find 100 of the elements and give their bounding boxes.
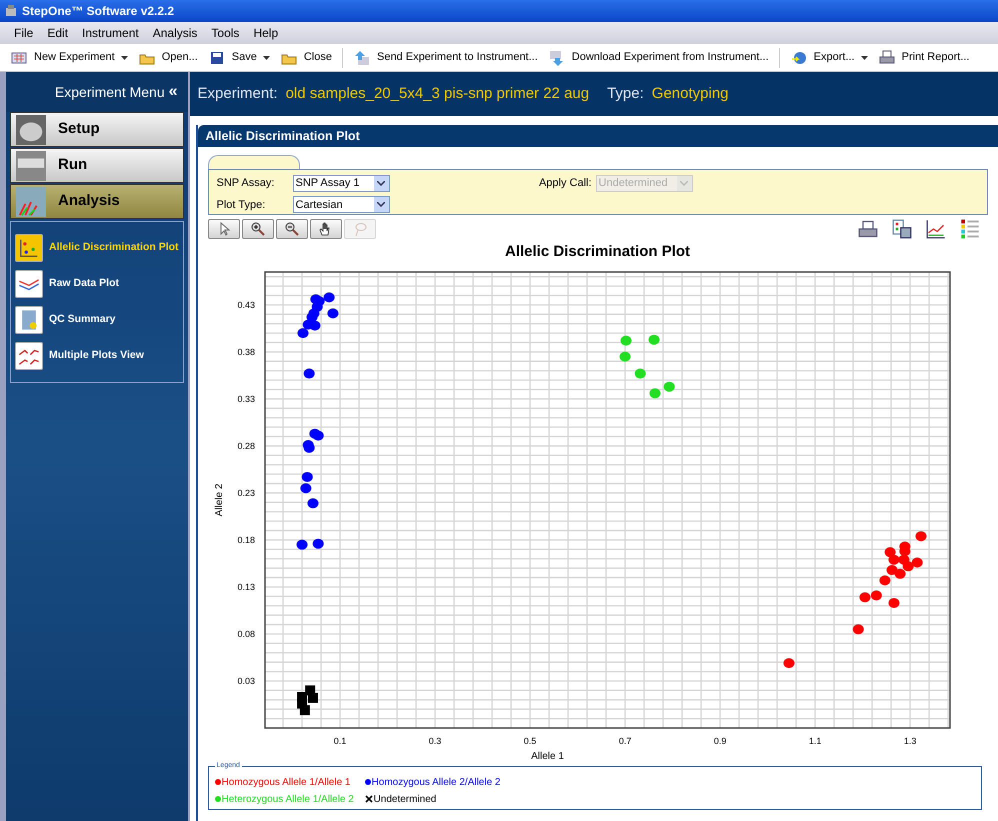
data-point: [312, 430, 324, 440]
tool-button[interactable]: [208, 219, 240, 239]
toolbar-button[interactable]: [892, 219, 912, 239]
tool-button[interactable]: [242, 219, 274, 239]
menu-item[interactable]: Analysis: [152, 24, 198, 42]
axis-title: Allele 2: [214, 483, 225, 516]
menu-item[interactable]: Edit: [47, 24, 68, 42]
axis-tick-label: 0.38: [237, 346, 255, 356]
data-point: [783, 658, 794, 668]
axis-tick-label: 0.43: [237, 299, 255, 310]
data-point: [911, 557, 922, 568]
data-point: [878, 574, 890, 585]
globe-icon: [790, 50, 808, 66]
section-tab[interactable]: Setup: [10, 112, 184, 147]
menu-item[interactable]: Help: [253, 24, 278, 42]
dropdown[interactable]: SNP Assay 1: [292, 174, 390, 192]
data-point: [303, 368, 314, 378]
panel-title: Allelic Discrimination Plot: [198, 125, 998, 147]
upload-icon: [352, 50, 371, 66]
toolbar-button[interactable]: Close: [280, 49, 332, 66]
data-point: [886, 564, 898, 575]
axis-tick-label: 0.18: [237, 534, 255, 544]
data-point: [323, 292, 334, 302]
toolbar-button[interactable]: New Experiment: [10, 49, 128, 66]
plate-icon: [14, 150, 48, 180]
toolbar-button[interactable]: Print Report...: [878, 49, 970, 66]
caret-icon: [120, 56, 128, 60]
dropdown: Undetermined: [596, 174, 693, 192]
data-point: [307, 498, 318, 508]
data-point: [619, 351, 630, 362]
data-point: [301, 471, 312, 482]
section-tab[interactable]: Run: [10, 148, 184, 183]
tab[interactable]: [208, 155, 300, 170]
zoom-in-icon: [250, 221, 266, 237]
menu-item[interactable]: Tools: [211, 24, 240, 42]
collapse-button[interactable]: «: [168, 80, 178, 104]
toolbar-button[interactable]: Send Experiment to Instrument...: [352, 49, 538, 66]
sidebar-item[interactable]: QC Summary: [15, 306, 179, 334]
field-label: Plot Type:: [216, 198, 266, 212]
print-icon: [858, 219, 878, 239]
data-point: [297, 328, 308, 338]
data-point: [894, 568, 906, 578]
menu-item[interactable]: File: [14, 24, 34, 42]
tool-button[interactable]: [310, 219, 342, 239]
axis-tick-label: 1.3: [903, 736, 916, 746]
section-tab[interactable]: Analysis: [10, 184, 184, 219]
axis-title: Allele 1: [530, 750, 564, 762]
data-point: [898, 546, 910, 556]
data-point: [902, 560, 914, 571]
toolbar-button[interactable]: Save: [208, 49, 270, 66]
data-point: [634, 368, 646, 378]
sidebar-item[interactable]: Allelic Discrimination Plot: [15, 234, 179, 262]
sidebar-item[interactable]: Multiple Plots View: [15, 342, 179, 370]
line-chart-icon: [926, 219, 946, 239]
axis-tick-label: 0.28: [237, 440, 255, 450]
menu-item[interactable]: Instrument: [82, 24, 139, 42]
data-point: [888, 597, 899, 608]
data-point: [620, 335, 632, 346]
scatter-icon: [18, 237, 40, 259]
type-label: Type:: [607, 84, 644, 104]
field-label: Apply Call:: [538, 176, 592, 191]
legend-icon: [960, 219, 980, 239]
data-point: [308, 320, 320, 330]
toolbar-button[interactable]: [926, 219, 946, 239]
data-point: [884, 546, 896, 557]
toolbar-button[interactable]: Open...: [138, 49, 198, 66]
experiment-label: Experiment:: [198, 84, 278, 104]
chevron-icon: [377, 202, 386, 208]
experiment-name: old samples_20_5x4_3 pis-snp primer 22 aug: [286, 84, 590, 104]
axis-tick-label: 0.13: [237, 581, 255, 592]
axis-tick-label: 1.1: [808, 736, 821, 746]
caret-icon: [860, 56, 868, 60]
data-point: [326, 308, 338, 318]
toolbar-button[interactable]: Export...: [790, 49, 868, 66]
toolbar-button[interactable]: Download Experiment from Instrument...: [548, 49, 769, 66]
save-icon: [892, 219, 912, 239]
tool-button[interactable]: [276, 219, 308, 239]
axis-tick-label: 0.23: [237, 487, 255, 498]
toolbar-button[interactable]: [858, 219, 878, 239]
axis-tick-label: 0.1: [333, 736, 346, 746]
instrument-icon: [14, 114, 48, 144]
toolbar-button[interactable]: [960, 219, 980, 239]
dropdown[interactable]: Cartesian: [292, 196, 390, 214]
chevron-icon: [377, 180, 386, 186]
print-icon: [878, 50, 896, 66]
data-point: [649, 388, 660, 398]
sidebar-item[interactable]: Raw Data Plot: [15, 270, 179, 298]
legend-label: Undetermined: [374, 792, 436, 806]
chart-title: Allelic Discrimination Plot: [505, 242, 690, 262]
axis-tick-label: 0.9: [713, 736, 726, 746]
axis-tick-label: 0.5: [523, 736, 536, 746]
legend-label: Homozygous Allele 1/Allele 1: [222, 776, 350, 790]
legend-label: Homozygous Allele 2/Allele 2: [372, 776, 500, 790]
data-point: [915, 530, 926, 541]
download-icon: [548, 50, 566, 66]
chart-icon: [14, 186, 48, 216]
sidebar-title: Experiment Menu: [54, 82, 165, 102]
zoom-out-icon: [284, 221, 300, 237]
legend-label: Heterozygous Allele 1/Allele 2: [222, 792, 354, 806]
chevron-icon: [680, 180, 688, 186]
